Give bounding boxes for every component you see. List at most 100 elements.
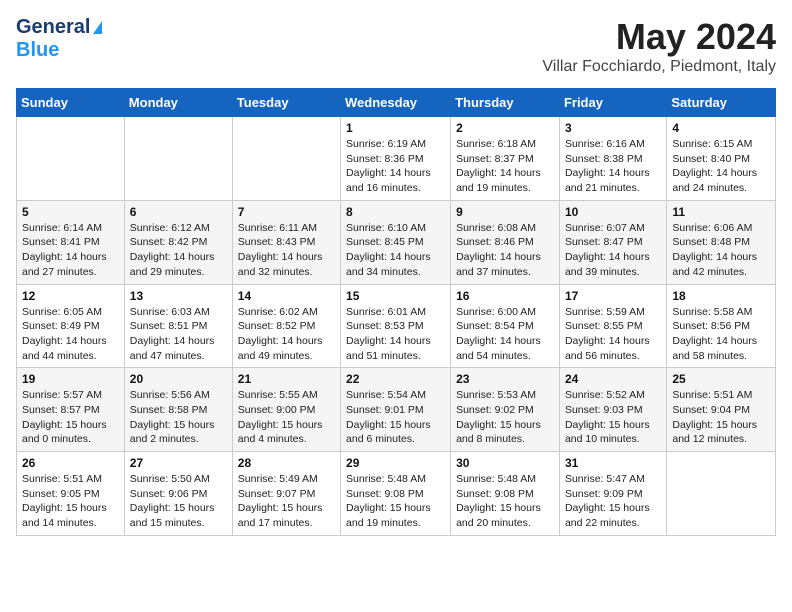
day-number: 17 [565,289,661,303]
day-number: 10 [565,205,661,219]
day-info: Sunrise: 6:10 AMSunset: 8:45 PMDaylight:… [346,221,445,280]
calendar-cell: 21Sunrise: 5:55 AMSunset: 9:00 PMDayligh… [232,368,340,452]
day-number: 6 [130,205,227,219]
day-number: 5 [22,205,119,219]
week-row-4: 26 Sunrise: 5:51 AMSunset: 9:05 PMDayligh… [17,452,776,536]
calendar-cell [667,452,776,536]
day-number: 8 [346,205,445,219]
calendar-cell: 22 Sunrise: 5:54 AMSunset: 9:01 PMDayligh… [341,368,451,452]
day-number: 19 [22,372,119,386]
day-number: 18 [672,289,770,303]
day-number: 13 [130,289,227,303]
day-number: 23 [456,372,554,386]
day-info: Sunrise: 5:56 AMSunset: 8:58 PMDaylight:… [130,388,227,447]
day-number: 27 [130,456,227,470]
day-number: 14 [238,289,335,303]
calendar-cell: 4 Sunrise: 6:15 AMSunset: 8:40 PMDaylight… [667,117,776,201]
day-info: Sunrise: 6:01 AMSunset: 8:53 PMDaylight:… [346,305,445,364]
day-info: Sunrise: 6:16 AMSunset: 8:38 PMDaylight:… [565,137,661,196]
day-info: Sunrise: 6:11 AMSunset: 8:43 PMDaylight:… [238,221,335,280]
day-info: Sunrise: 6:08 AMSunset: 8:46 PMDaylight:… [456,221,554,280]
calendar-cell: 13Sunrise: 6:03 AMSunset: 8:51 PMDayligh… [124,284,232,368]
calendar-cell: 24 Sunrise: 5:52 AMSunset: 9:03 PMDayligh… [559,368,666,452]
day-number: 31 [565,456,661,470]
day-number: 30 [456,456,554,470]
day-number: 15 [346,289,445,303]
day-number: 9 [456,205,554,219]
calendar-cell: 8 Sunrise: 6:10 AMSunset: 8:45 PMDaylight… [341,200,451,284]
header-day-sunday: Sunday [17,89,125,117]
logo-general: General [16,16,90,39]
day-info: Sunrise: 6:12 AMSunset: 8:42 PMDaylight:… [130,221,227,280]
day-number: 22 [346,372,445,386]
day-info: Sunrise: 5:48 AMSunset: 9:08 PMDaylight:… [346,472,445,531]
calendar-table: SundayMondayTuesdayWednesdayThursdayFrid… [16,88,776,536]
logo: General Blue [16,16,102,62]
day-info: Sunrise: 6:15 AMSunset: 8:40 PMDaylight:… [672,137,770,196]
day-info: Sunrise: 5:49 AMSunset: 9:07 PMDaylight:… [238,472,335,531]
calendar-cell: 31 Sunrise: 5:47 AMSunset: 9:09 PMDayligh… [559,452,666,536]
day-info: Sunrise: 5:51 AMSunset: 9:05 PMDaylight:… [22,472,119,531]
calendar-cell: 20Sunrise: 5:56 AMSunset: 8:58 PMDayligh… [124,368,232,452]
day-number: 4 [672,121,770,135]
header-day-saturday: Saturday [667,89,776,117]
calendar-cell: 17 Sunrise: 5:59 AMSunset: 8:55 PMDayligh… [559,284,666,368]
week-row-1: 5Sunrise: 6:14 AMSunset: 8:41 PMDaylight… [17,200,776,284]
logo-triangle-icon [93,21,102,34]
calendar-cell: 11Sunrise: 6:06 AMSunset: 8:48 PMDayligh… [667,200,776,284]
header-day-tuesday: Tuesday [232,89,340,117]
day-number: 1 [346,121,445,135]
calendar-cell: 25 Sunrise: 5:51 AMSunset: 9:04 PMDayligh… [667,368,776,452]
calendar-cell: 10 Sunrise: 6:07 AMSunset: 8:47 PMDayligh… [559,200,666,284]
week-row-0: 1 Sunrise: 6:19 AMSunset: 8:36 PMDaylight… [17,117,776,201]
header-day-friday: Friday [559,89,666,117]
calendar-cell [17,117,125,201]
day-info: Sunrise: 5:59 AMSunset: 8:55 PMDaylight:… [565,305,661,364]
day-info: Sunrise: 5:52 AMSunset: 9:03 PMDaylight:… [565,388,661,447]
day-number: 25 [672,372,770,386]
day-info: Sunrise: 6:19 AMSunset: 8:36 PMDaylight:… [346,137,445,196]
day-info: Sunrise: 5:51 AMSunset: 9:04 PMDaylight:… [672,388,770,447]
calendar-cell: 9 Sunrise: 6:08 AMSunset: 8:46 PMDaylight… [451,200,560,284]
week-row-3: 19Sunrise: 5:57 AMSunset: 8:57 PMDayligh… [17,368,776,452]
day-number: 24 [565,372,661,386]
calendar-cell: 7 Sunrise: 6:11 AMSunset: 8:43 PMDaylight… [232,200,340,284]
page-subtitle: Villar Focchiardo, Piedmont, Italy [542,58,776,76]
calendar-cell: 6 Sunrise: 6:12 AMSunset: 8:42 PMDaylight… [124,200,232,284]
day-number: 21 [238,372,335,386]
page-title: May 2024 [542,16,776,58]
header-day-monday: Monday [124,89,232,117]
day-info: Sunrise: 5:53 AMSunset: 9:02 PMDaylight:… [456,388,554,447]
calendar-cell: 30Sunrise: 5:48 AMSunset: 9:08 PMDayligh… [451,452,560,536]
calendar-cell: 28 Sunrise: 5:49 AMSunset: 9:07 PMDayligh… [232,452,340,536]
logo-blue: Blue [16,39,59,61]
calendar-cell: 15 Sunrise: 6:01 AMSunset: 8:53 PMDayligh… [341,284,451,368]
calendar-cell: 1 Sunrise: 6:19 AMSunset: 8:36 PMDaylight… [341,117,451,201]
day-number: 12 [22,289,119,303]
day-info: Sunrise: 6:07 AMSunset: 8:47 PMDaylight:… [565,221,661,280]
day-info: Sunrise: 5:54 AMSunset: 9:01 PMDaylight:… [346,388,445,447]
calendar-cell: 27 Sunrise: 5:50 AMSunset: 9:06 PMDayligh… [124,452,232,536]
header-row: SundayMondayTuesdayWednesdayThursdayFrid… [17,89,776,117]
day-info: Sunrise: 5:58 AMSunset: 8:56 PMDaylight:… [672,305,770,364]
calendar-cell: 18 Sunrise: 5:58 AMSunset: 8:56 PMDayligh… [667,284,776,368]
calendar-cell: 2Sunrise: 6:18 AMSunset: 8:37 PMDaylight… [451,117,560,201]
day-number: 29 [346,456,445,470]
calendar-cell: 14Sunrise: 6:02 AMSunset: 8:52 PMDayligh… [232,284,340,368]
day-info: Sunrise: 5:47 AMSunset: 9:09 PMDaylight:… [565,472,661,531]
title-area: May 2024 Villar Focchiardo, Piedmont, It… [542,16,776,76]
calendar-body: 1 Sunrise: 6:19 AMSunset: 8:36 PMDaylight… [17,117,776,536]
day-number: 16 [456,289,554,303]
calendar-cell: 26 Sunrise: 5:51 AMSunset: 9:05 PMDayligh… [17,452,125,536]
day-info: Sunrise: 5:50 AMSunset: 9:06 PMDaylight:… [130,472,227,531]
calendar-cell: 12Sunrise: 6:05 AMSunset: 8:49 PMDayligh… [17,284,125,368]
day-number: 28 [238,456,335,470]
day-number: 11 [672,205,770,219]
calendar-cell: 29 Sunrise: 5:48 AMSunset: 9:08 PMDayligh… [341,452,451,536]
calendar-cell: 3Sunrise: 6:16 AMSunset: 8:38 PMDaylight… [559,117,666,201]
day-number: 26 [22,456,119,470]
day-info: Sunrise: 6:00 AMSunset: 8:54 PMDaylight:… [456,305,554,364]
week-row-2: 12Sunrise: 6:05 AMSunset: 8:49 PMDayligh… [17,284,776,368]
day-number: 7 [238,205,335,219]
day-info: Sunrise: 6:18 AMSunset: 8:37 PMDaylight:… [456,137,554,196]
